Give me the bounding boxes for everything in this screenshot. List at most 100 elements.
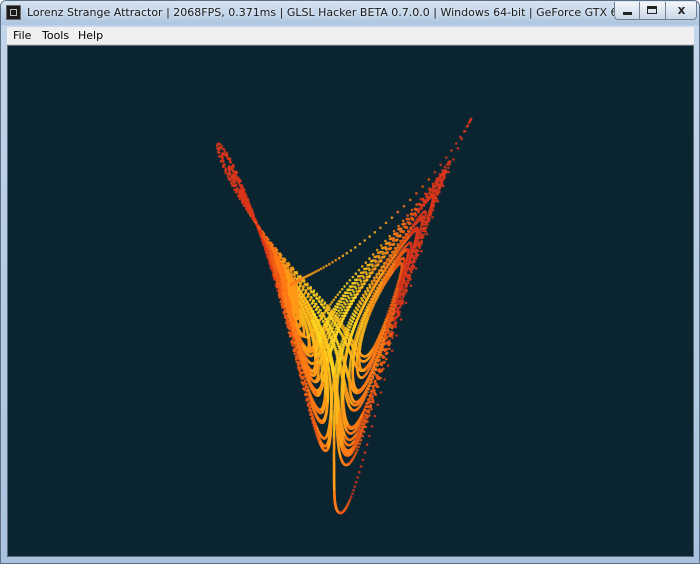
attractor-point bbox=[353, 338, 357, 342]
attractor-point bbox=[362, 271, 366, 274]
attractor-point bbox=[414, 257, 418, 260]
app-terminal-icon[interactable] bbox=[6, 5, 21, 20]
attractor-point bbox=[328, 320, 331, 323]
attractor-point bbox=[379, 244, 383, 247]
attractor-point bbox=[306, 286, 310, 290]
attractor-point bbox=[325, 320, 329, 323]
attractor-point bbox=[384, 239, 387, 243]
menu-file[interactable]: File bbox=[13, 28, 31, 43]
lorenz-attractor-render bbox=[8, 46, 693, 556]
attractor-point bbox=[438, 173, 442, 176]
attractor-point bbox=[354, 336, 357, 339]
attractor-point bbox=[353, 281, 357, 285]
attractor-point bbox=[318, 308, 322, 312]
attractor-point bbox=[224, 167, 227, 170]
menu-tools[interactable]: Tools bbox=[42, 28, 69, 43]
attractor-point bbox=[229, 173, 232, 176]
attractor-point bbox=[356, 448, 359, 452]
attractor-point bbox=[364, 261, 368, 264]
attractor-point bbox=[417, 249, 420, 253]
attractor-point bbox=[354, 451, 358, 454]
attractor-point bbox=[420, 241, 424, 245]
attractor-point bbox=[306, 320, 310, 323]
attractor-point bbox=[343, 285, 346, 288]
attractor-point bbox=[445, 163, 449, 166]
attractor-point bbox=[338, 290, 342, 294]
attractor-point bbox=[372, 276, 376, 279]
attractor-point bbox=[306, 292, 310, 295]
attractor-point bbox=[370, 407, 373, 411]
attractor-point bbox=[303, 282, 307, 286]
attractor-point bbox=[351, 275, 355, 279]
attractor-point bbox=[338, 303, 341, 306]
attractor-point bbox=[366, 420, 369, 423]
attractor-point bbox=[350, 349, 354, 353]
attractor-point bbox=[419, 197, 423, 201]
attractor-point bbox=[309, 295, 313, 299]
attractor-point bbox=[362, 430, 366, 434]
attractor-point bbox=[385, 357, 388, 361]
attractor-point bbox=[357, 445, 360, 449]
attractor-point bbox=[345, 282, 349, 285]
menu-help[interactable]: Help bbox=[78, 28, 103, 43]
attractor-point bbox=[374, 393, 378, 397]
attractor-point bbox=[332, 298, 336, 302]
attractor-point bbox=[334, 296, 338, 299]
attractor-point bbox=[336, 293, 340, 296]
attractor-point bbox=[415, 203, 418, 206]
attractor-point bbox=[317, 299, 321, 303]
attractor-point bbox=[299, 303, 303, 307]
attractor-point bbox=[354, 272, 358, 275]
attractor-point bbox=[226, 175, 230, 179]
attractor-point bbox=[304, 288, 307, 292]
maximize-button[interactable] bbox=[640, 2, 666, 20]
attractor-point bbox=[361, 265, 364, 268]
attractor-point bbox=[401, 219, 405, 223]
attractor-point bbox=[316, 305, 319, 309]
attractor-point bbox=[359, 438, 363, 442]
attractor-point bbox=[309, 326, 312, 330]
window-title: Lorenz Strange Attractor | 2068FPS, 0.37… bbox=[27, 6, 692, 19]
attractor-point bbox=[443, 176, 446, 179]
attractor-point bbox=[309, 290, 313, 293]
attractor-point bbox=[358, 442, 362, 446]
attractor-point bbox=[221, 156, 224, 159]
attractor-point bbox=[228, 170, 232, 174]
attractor-point bbox=[427, 187, 431, 190]
attractor-point bbox=[359, 274, 363, 278]
attractor-point bbox=[376, 385, 380, 389]
menu-bar: File Tools Help bbox=[7, 27, 694, 45]
attractor-point bbox=[357, 268, 361, 272]
attractor-point bbox=[406, 214, 409, 217]
attractor-point bbox=[431, 182, 435, 185]
attractor-point bbox=[375, 248, 379, 252]
title-bar[interactable]: Lorenz Strange Attractor | 2068FPS, 0.37… bbox=[1, 1, 699, 25]
attractor-point bbox=[422, 233, 426, 236]
attractor-point bbox=[329, 303, 332, 306]
attractor-point bbox=[355, 331, 359, 335]
attractor-point bbox=[348, 288, 352, 291]
close-button[interactable]: x bbox=[666, 2, 697, 20]
attractor-point bbox=[344, 294, 347, 298]
render-viewport[interactable] bbox=[7, 45, 694, 557]
attractor-point bbox=[441, 169, 444, 172]
attractor-point bbox=[334, 308, 338, 312]
attractor-point bbox=[372, 400, 375, 404]
minimize-button[interactable] bbox=[614, 2, 640, 20]
attractor-point bbox=[351, 347, 354, 351]
attractor-point bbox=[314, 302, 317, 306]
attractor-point bbox=[320, 302, 323, 306]
attractor-point bbox=[312, 293, 316, 296]
attractor-point bbox=[371, 253, 375, 256]
attractor-point bbox=[435, 177, 438, 180]
attractor-point bbox=[330, 315, 334, 319]
attractor-point bbox=[326, 311, 330, 314]
attractor-point bbox=[293, 352, 297, 356]
attractor-point bbox=[365, 267, 369, 270]
attractor-point bbox=[301, 285, 305, 288]
attractor-point bbox=[336, 342, 339, 346]
attractor-point bbox=[315, 296, 318, 300]
attractor-point bbox=[336, 305, 340, 309]
attractor-point bbox=[443, 165, 447, 169]
attractor-point bbox=[397, 224, 400, 228]
